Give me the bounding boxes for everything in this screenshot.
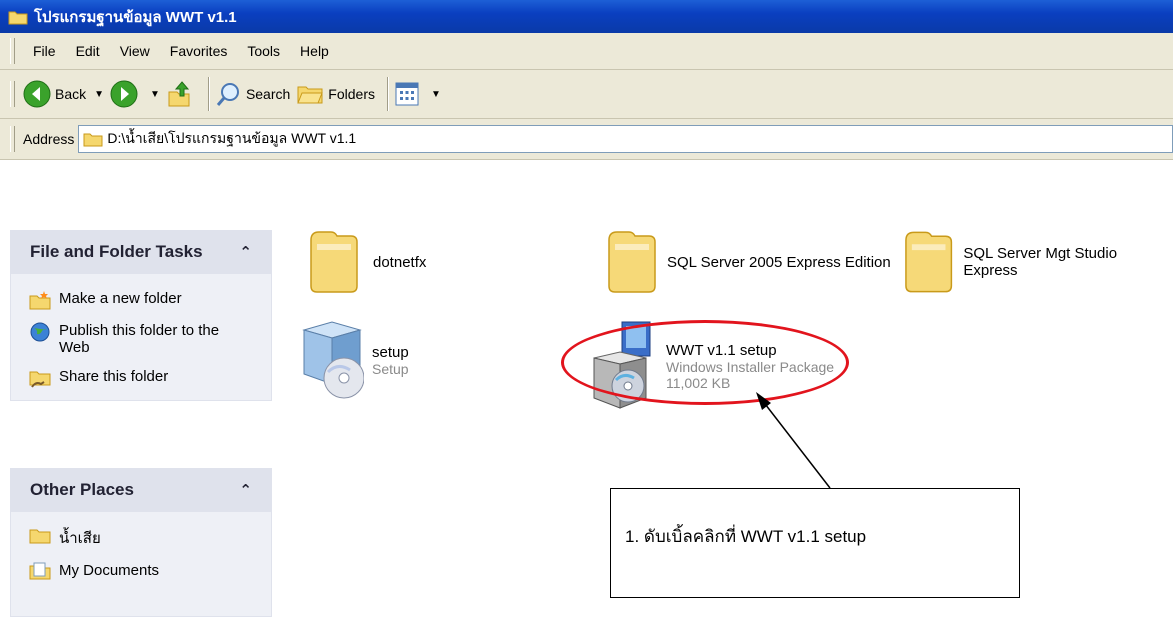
file-type: Setup: [372, 360, 409, 377]
file-name: setup: [372, 343, 409, 361]
forward-dropdown-icon[interactable]: ▼: [150, 89, 160, 100]
folder-icon: [29, 529, 51, 544]
folder-icon: [8, 11, 28, 24]
file-folder-tasks-panel: File and Folder Tasks ⌃ Make a new folde…: [10, 230, 272, 401]
menu-file[interactable]: File: [23, 43, 66, 59]
share-folder-icon: [29, 371, 51, 388]
panel-title: File and Folder Tasks: [30, 242, 203, 261]
toolbar-grip[interactable]: [10, 81, 15, 107]
other-places-list: น้ำเสีย My Documents: [10, 512, 272, 617]
collapse-chevron-icon[interactable]: ⌃: [239, 243, 252, 261]
collapse-chevron-icon[interactable]: ⌃: [239, 481, 252, 499]
folder-icon: [608, 231, 656, 293]
address-path: D:\น้ำเสีย\โปรแกรมฐานข้อมูล WWT v1.1: [107, 130, 357, 146]
folders-button[interactable]: Folders: [296, 81, 375, 107]
place-label: My Documents: [59, 562, 160, 579]
file-name: SQL Server 2005 Express Edition: [667, 253, 891, 271]
task-publish-folder-web[interactable]: Publish this folder to the Web: [11, 316, 271, 362]
folder-icon: [310, 231, 358, 293]
views-dropdown-icon[interactable]: ▼: [431, 89, 441, 100]
toolbar-grip[interactable]: [10, 126, 15, 152]
setup-installer-icon: [302, 321, 364, 399]
globe-icon: [30, 322, 50, 342]
folders-icon: [297, 86, 324, 104]
file-folder-tasks-list: Make a new folder Publish this folder to…: [10, 274, 272, 401]
search-icon: [216, 83, 239, 106]
standard-toolbar: Back ▼ ▼ Search Folders ▼: [0, 70, 1173, 119]
back-arrow-icon: [23, 80, 51, 108]
menu-favorites[interactable]: Favorites: [160, 43, 238, 59]
menu-edit[interactable]: Edit: [66, 43, 110, 59]
task-label: Publish this folder to the Web: [59, 322, 220, 356]
toolbar-separator: [386, 77, 389, 111]
place-my-documents[interactable]: My Documents: [11, 556, 271, 588]
menu-bar: File Edit View Favorites Tools Help: [0, 33, 1173, 70]
address-bar: Address D:\น้ำเสีย\โปรแกรมฐานข้อมูล WWT …: [0, 119, 1173, 160]
other-places-panel: Other Places ⌃ น้ำเสีย My Documents: [10, 468, 272, 617]
folder-icon: [83, 133, 103, 147]
task-label: Share this folder: [59, 368, 169, 385]
file-name: SQL Server Mgt Studio Express: [963, 245, 1118, 279]
search-label: Search: [245, 86, 291, 102]
folders-label: Folders: [328, 86, 375, 102]
views-icon: [395, 82, 419, 106]
toolbar-separator: [207, 77, 210, 111]
task-share-folder[interactable]: Share this folder: [11, 362, 271, 394]
my-documents-icon: [29, 562, 51, 580]
file-folder-tasks-header[interactable]: File and Folder Tasks ⌃: [10, 230, 272, 274]
up-folder-button[interactable]: [166, 80, 196, 108]
menu-tools[interactable]: Tools: [237, 43, 290, 59]
back-label: Back: [55, 86, 87, 102]
file-item-setup[interactable]: setup Setup: [300, 318, 409, 402]
folder-icon: [905, 231, 953, 293]
forward-arrow-icon: [110, 80, 138, 108]
window-title-bar[interactable]: โปรแกรมฐานข้อมูล WWT v1.1: [0, 0, 1173, 33]
views-button[interactable]: [395, 82, 423, 106]
place-wastewater-folder[interactable]: น้ำเสีย: [11, 520, 271, 556]
address-label: Address: [23, 131, 75, 147]
forward-button[interactable]: [110, 80, 142, 108]
new-folder-icon: [29, 291, 51, 310]
other-places-header[interactable]: Other Places ⌃: [10, 468, 272, 512]
file-item-dotnetfx[interactable]: dotnetfx: [305, 228, 426, 296]
place-label: น้ำเสีย: [59, 530, 101, 547]
address-input[interactable]: D:\น้ำเสีย\โปรแกรมฐานข้อมูล WWT v1.1: [78, 125, 1173, 153]
file-item-sql-mgt-studio[interactable]: SQL Server Mgt Studio Express: [900, 228, 1173, 296]
window-title: โปรแกรมฐานข้อมูล WWT v1.1: [34, 8, 237, 26]
instruction-callout: 1. ดับเบิ้ลคลิกที่ WWT v1.1 setup: [610, 488, 1020, 598]
pointer-arrow: [756, 392, 831, 489]
task-make-new-folder[interactable]: Make a new folder: [11, 284, 271, 316]
file-name: dotnetfx: [373, 253, 427, 271]
up-folder-icon: [168, 81, 190, 107]
search-button[interactable]: Search: [216, 81, 290, 107]
instruction-text: 1. ดับเบิ้ลคลิกที่ WWT v1.1 setup: [625, 527, 867, 546]
toolbar-grip[interactable]: [10, 38, 15, 64]
task-label: Make a new folder: [59, 290, 182, 307]
menu-view[interactable]: View: [110, 43, 160, 59]
menu-help[interactable]: Help: [290, 43, 339, 59]
panel-title: Other Places: [30, 480, 134, 499]
back-button[interactable]: Back: [23, 80, 86, 108]
back-dropdown-icon[interactable]: ▼: [94, 89, 104, 100]
file-item-sql-express[interactable]: SQL Server 2005 Express Edition: [603, 228, 891, 296]
